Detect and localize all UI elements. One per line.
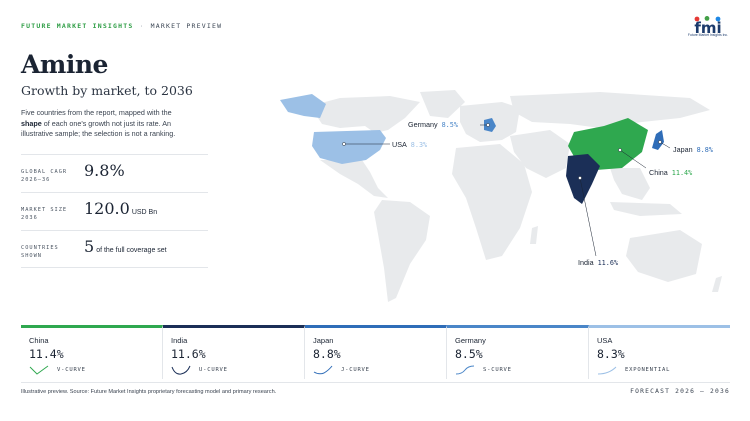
map-central-america [320, 160, 388, 198]
s-curve-icon [455, 365, 475, 375]
stat-value: 5 of the full coverage set [84, 237, 167, 256]
country-card-china[interactable]: China 11.4% V-CURVE [21, 325, 163, 379]
curve-type: J-CURVE [341, 367, 370, 373]
description-emphasis: shape [21, 118, 42, 128]
source-footnote: Illustrative preview. Source: Future Mar… [21, 389, 277, 395]
country-card-india[interactable]: India 11.6% U-CURVE [163, 325, 305, 379]
map-alaska [280, 94, 326, 118]
callout-india[interactable]: India 11.6% [578, 258, 618, 267]
world-map: Germany 8.5% USA 8.3% Japan 8.8% China 11.4%… [270, 88, 740, 320]
map-japan [652, 130, 664, 150]
v-curve-icon [29, 365, 49, 375]
fmi-logo[interactable]: fmi [688, 15, 728, 41]
map-landmass [310, 90, 722, 302]
curve-type: V-CURVE [57, 367, 86, 373]
map-russia [510, 92, 710, 128]
country-card-germany[interactable]: Germany 8.5% S-CURVE [447, 325, 589, 379]
map-usa [312, 130, 386, 164]
country-name: Germany [455, 336, 486, 345]
country-name: India [171, 336, 188, 345]
stat-label: MARKET SIZE 2036 [21, 207, 68, 221]
map-indonesia [610, 202, 682, 216]
stat-countries-shown: COUNTRIES SHOWN 5 of the full coverage se… [21, 230, 208, 268]
country-cagr: 8.3% [597, 347, 625, 361]
curve-type: U-CURVE [199, 367, 228, 373]
country-card-usa[interactable]: USA 8.3% EXPONENTIAL [589, 325, 730, 379]
country-cagr: 8.8% [313, 347, 341, 361]
page-subtitle: Growth by market, to 2036 [21, 83, 193, 98]
map-australia [626, 230, 702, 282]
callout-china[interactable]: China 11.4% [649, 168, 692, 177]
map-india [566, 154, 600, 204]
footer-divider [21, 382, 730, 383]
curve-type: S-CURVE [483, 367, 512, 373]
country-name: Japan [313, 336, 334, 345]
map-southeast-asia [610, 168, 650, 200]
map-greenland [420, 90, 465, 118]
section-label: MARKET PREVIEW [150, 22, 223, 30]
map-new-zealand [712, 276, 722, 292]
description: Five countries from the report, mapped w… [21, 108, 176, 138]
stat-market-size: MARKET SIZE 2036 120.0 USD Bn [21, 192, 208, 230]
stat-global-cagr: GLOBAL CAGR 2026–36 9.8% [21, 154, 208, 192]
country-name: China [29, 336, 49, 345]
exponential-curve-icon [597, 366, 617, 375]
country-cagr: 11.4% [29, 347, 64, 361]
country-cagr: 8.5% [455, 347, 483, 361]
country-name: USA [597, 336, 613, 345]
stat-value: 9.8% [84, 161, 125, 180]
stat-unit: of the full coverage set [96, 247, 167, 254]
country-card-japan[interactable]: Japan 8.8% J-CURVE [305, 325, 447, 379]
map-south-america [374, 200, 430, 302]
header-separator: · [139, 22, 145, 30]
callout-usa[interactable]: USA 8.3% [392, 140, 427, 149]
map-africa [452, 144, 532, 260]
callout-japan[interactable]: Japan 8.8% [673, 145, 713, 154]
stat-value: 120.0 USD Bn [84, 199, 158, 218]
stat-label: GLOBAL CAGR 2026–36 [21, 169, 68, 183]
u-curve-icon [171, 365, 191, 375]
top-bar: FUTURE MARKET INSIGHTS · MARKET PREVIEW [21, 22, 222, 30]
forecast-range: FORECAST 2026 – 2036 [630, 388, 730, 395]
brand-name: FUTURE MARKET INSIGHTS [21, 22, 134, 30]
country-cagr: 11.6% [171, 347, 206, 361]
j-curve-icon [313, 365, 333, 375]
stats-panel: GLOBAL CAGR 2026–36 9.8% MARKET SIZE 203… [21, 154, 208, 268]
stat-unit: USD Bn [131, 209, 158, 216]
page-title: Amine [21, 50, 108, 79]
curve-type: EXPONENTIAL [625, 367, 671, 373]
country-strip: China 11.4% V-CURVE India 11.6% U-CURVE … [21, 325, 730, 379]
map-north-america [310, 96, 420, 133]
logo-subtitle: Future Market Insights Inc. [687, 33, 729, 37]
callout-germany[interactable]: Germany 8.5% [408, 120, 458, 129]
map-madagascar [530, 226, 538, 244]
stat-label: COUNTRIES SHOWN [21, 245, 59, 259]
